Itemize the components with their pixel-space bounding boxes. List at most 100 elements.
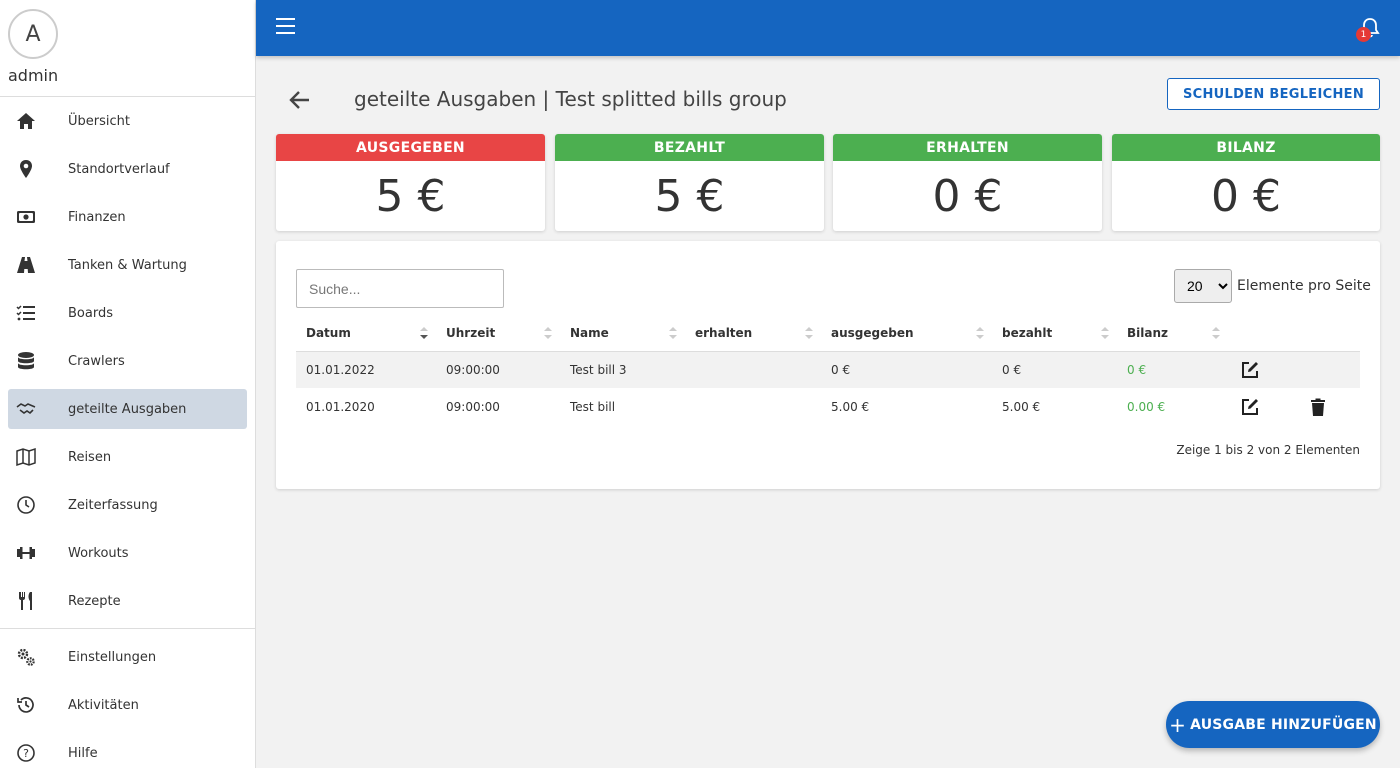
sidebar-item-einstellungen[interactable]: Einstellungen xyxy=(0,633,255,681)
avatar[interactable]: A xyxy=(8,9,58,59)
sidebar-item-boards[interactable]: Boards xyxy=(0,289,255,337)
top-app-bar: 1 xyxy=(256,0,1400,56)
edit-icon[interactable] xyxy=(1240,397,1260,417)
cell-paid: 0 € xyxy=(992,351,1117,388)
column-header-label: erhalten xyxy=(695,325,753,340)
column-header-label: Bilanz xyxy=(1127,325,1168,340)
cell-date: 01.01.2022 xyxy=(296,351,436,388)
sort-icon xyxy=(544,327,552,339)
column-header-balance[interactable]: Bilanz xyxy=(1117,315,1228,352)
database-icon xyxy=(16,351,36,371)
add-expense-button[interactable]: + AUSGABE HINZUFÜGEN xyxy=(1166,701,1380,748)
stat-card-balance: BILANZ 0 € xyxy=(1112,134,1380,231)
sidebar-item-label: Reisen xyxy=(68,449,112,465)
cell-actions xyxy=(1228,351,1360,388)
back-arrow-icon[interactable] xyxy=(287,88,313,112)
gears-icon xyxy=(16,647,36,667)
sort-icon xyxy=(669,327,677,339)
stat-label: AUSGEGEBEN xyxy=(276,134,545,161)
cell-name: Test bill 3 xyxy=(560,351,685,388)
road-icon xyxy=(16,255,36,275)
per-page-select[interactable]: 20 xyxy=(1174,269,1232,303)
sidebar-item-label: Einstellungen xyxy=(68,649,157,665)
column-header-paid[interactable]: bezahlt xyxy=(992,315,1117,352)
stat-value: 0 € xyxy=(1211,171,1281,222)
sidebar-item-label: Tanken & Wartung xyxy=(68,257,187,273)
sidebar-item-aktivitaeten[interactable]: Aktivitäten xyxy=(0,681,255,729)
cell-date: 01.01.2020 xyxy=(306,399,375,414)
column-header-time[interactable]: Uhrzeit xyxy=(436,315,560,352)
sort-icon xyxy=(1101,327,1109,339)
sidebar-divider xyxy=(0,628,255,629)
table-header-row: Datum Uhrzeit Name erhalten ausgegeben b… xyxy=(296,315,1360,352)
sidebar-item-standortverlauf[interactable]: Standortverlauf xyxy=(0,145,255,193)
profile-section: A admin xyxy=(0,0,255,97)
cell-spent: 0 € xyxy=(821,351,992,388)
sidebar-item-label: Übersicht xyxy=(68,113,130,129)
stat-card-received: ERHALTEN 0 € xyxy=(833,134,1102,231)
column-header-received[interactable]: erhalten xyxy=(685,315,821,352)
sidebar-item-label: Workouts xyxy=(68,545,129,561)
bell-icon[interactable]: 1 xyxy=(1356,16,1382,42)
sidebar-item-reisen[interactable]: Reisen xyxy=(0,433,255,481)
cell-received xyxy=(685,351,821,388)
table-row[interactable]: 01.01.2022 09:00:00 Test bill 3 0 € 0 € … xyxy=(296,351,1360,388)
sort-icon xyxy=(1212,327,1220,339)
cell-balance: 0.00 € xyxy=(1127,399,1166,414)
table-row[interactable]: 01.01.2020 09:00:00 Test bill 5.00 € 5.0… xyxy=(296,388,1360,425)
trash-icon[interactable] xyxy=(1308,397,1328,417)
column-header-label: Uhrzeit xyxy=(446,325,496,340)
home-icon xyxy=(16,111,36,131)
map-pin-icon xyxy=(16,159,36,179)
hamburger-icon[interactable] xyxy=(276,18,296,38)
cell-balance: 0 € xyxy=(1117,351,1228,388)
search-input[interactable] xyxy=(296,269,504,308)
settle-debts-button[interactable]: SCHULDEN BEGLEICHEN xyxy=(1167,78,1380,110)
column-header-spent[interactable]: ausgegeben xyxy=(821,315,992,352)
sidebar-item-crawlers[interactable]: Crawlers xyxy=(0,337,255,385)
stat-label: BEZAHLT xyxy=(555,134,824,161)
username: admin xyxy=(8,66,59,85)
checklist-icon xyxy=(16,303,36,323)
page-title: geteilte Ausgaben | Test splitted bills … xyxy=(354,87,787,111)
sort-icon xyxy=(805,327,813,339)
column-header-label: Datum xyxy=(306,325,351,340)
sidebar-item-uebersicht[interactable]: Übersicht xyxy=(0,97,255,145)
pagination-info: Zeige 1 bis 2 von 2 Elementen xyxy=(1176,443,1360,457)
stat-label: BILANZ xyxy=(1112,134,1380,161)
money-icon xyxy=(16,207,36,227)
add-expense-label: AUSGABE HINZUFÜGEN xyxy=(1190,716,1377,733)
sidebar-item-label: Standortverlauf xyxy=(68,161,170,177)
sidebar-item-finanzen[interactable]: Finanzen xyxy=(0,193,255,241)
cell-received xyxy=(685,388,821,425)
stat-card-spent: AUSGEGEBEN 5 € xyxy=(276,134,545,231)
sidebar-item-zeiterfassung[interactable]: Zeiterfassung xyxy=(0,481,255,529)
sidebar-item-workouts[interactable]: Workouts xyxy=(0,529,255,577)
cell-name: Test bill xyxy=(570,399,616,414)
sidebar-item-geteilte-ausgaben[interactable]: geteilte Ausgaben xyxy=(8,389,247,429)
sidebar-item-label: Aktivitäten xyxy=(68,697,139,713)
notification-badge: 1 xyxy=(1356,27,1371,42)
history-icon xyxy=(16,695,36,715)
sidebar-item-label: geteilte Ausgaben xyxy=(68,401,187,417)
sidebar-item-tanken[interactable]: Tanken & Wartung xyxy=(0,241,255,289)
utensils-icon xyxy=(16,591,36,611)
sidebar-item-hilfe[interactable]: ? Hilfe xyxy=(0,729,255,768)
column-header-name[interactable]: Name xyxy=(560,315,685,352)
cell-spent: 5.00 € xyxy=(831,399,870,414)
stat-card-paid: BEZAHLT 5 € xyxy=(555,134,824,231)
column-header-label: Name xyxy=(570,325,609,340)
column-header-actions xyxy=(1228,315,1360,352)
sidebar-item-label: Crawlers xyxy=(68,353,125,369)
cell-paid: 5.00 € xyxy=(1002,399,1041,414)
column-header-label: bezahlt xyxy=(1002,325,1053,340)
sidebar-item-label: Hilfe xyxy=(68,745,98,761)
edit-icon[interactable] xyxy=(1240,360,1260,380)
column-header-date[interactable]: Datum xyxy=(296,315,436,352)
stat-label: ERHALTEN xyxy=(833,134,1102,161)
cell-time: 09:00:00 xyxy=(446,399,500,414)
stat-value: 5 € xyxy=(654,171,725,222)
sidebar-item-rezepte[interactable]: Rezepte xyxy=(0,577,255,625)
help-icon: ? xyxy=(16,743,36,763)
bills-table-card: 20 Elemente pro Seite Datum Uhrzeit Name… xyxy=(276,241,1380,489)
